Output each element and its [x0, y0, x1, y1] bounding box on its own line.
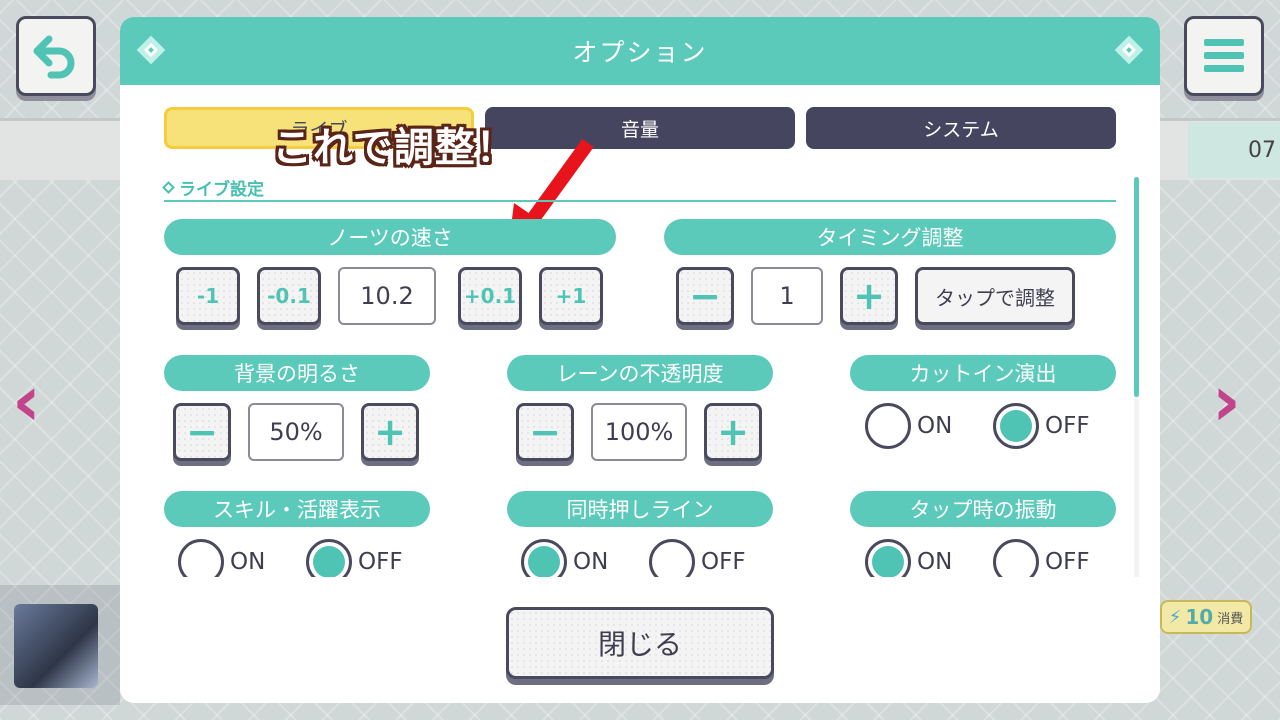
minus-icon: −: [186, 410, 218, 454]
bg-brightness-label: 背景の明るさ: [164, 355, 430, 391]
lane-opacity-label: レーンの不透明度: [507, 355, 773, 391]
radio-circle: [993, 403, 1039, 449]
cost-value: 10: [1185, 605, 1214, 629]
note-speed-value: 10.2: [338, 267, 436, 325]
options-dialog: オプション ライブ 音量 システム これで調整！ ライブ設定 ノーツの速さ -1…: [120, 17, 1160, 703]
cost-badge: ⚡ 10 消費: [1160, 600, 1252, 634]
next-arrow-icon[interactable]: ›: [1212, 360, 1241, 442]
back-button[interactable]: [16, 16, 96, 96]
bg-brightness-minus-button[interactable]: −: [173, 403, 231, 461]
dialog-header: オプション: [120, 17, 1160, 85]
background-counter: 07: [1188, 122, 1280, 178]
annotation-text: これで調整！: [272, 125, 517, 171]
note-speed-minus1-button[interactable]: -1: [176, 267, 240, 325]
lane-opacity-plus-button[interactable]: +: [704, 403, 762, 461]
simul-line-on-label: ON: [573, 549, 609, 575]
tab-system[interactable]: システム: [806, 107, 1116, 149]
cutin-on-radio[interactable]: ON: [865, 403, 952, 449]
background-counter-value: 07: [1248, 137, 1276, 163]
skill-display-off-label: OFF: [358, 549, 403, 575]
diamond-ornament-icon: [1114, 35, 1144, 65]
bg-brightness-value: 50%: [248, 403, 344, 461]
minus-icon: −: [529, 410, 561, 454]
timing-value: 1: [751, 267, 823, 325]
radio-selected-dot: [872, 546, 904, 578]
timing-plus-button[interactable]: +: [840, 267, 898, 325]
cutin-label: カットイン演出: [850, 355, 1116, 391]
skill-display-label: スキル・活躍表示: [164, 491, 430, 527]
plus-icon: +: [717, 410, 749, 454]
timing-label: タイミング調整: [664, 219, 1116, 255]
cost-unit: 消費: [1217, 611, 1244, 627]
tab-volume-label: 音量: [620, 118, 659, 141]
cutin-on-label: ON: [917, 413, 953, 439]
lane-opacity-value: 100%: [591, 403, 687, 461]
tap-adjust-button[interactable]: タップで調整: [915, 267, 1075, 325]
section-divider: [164, 200, 1116, 202]
dialog-title: オプション: [572, 38, 708, 67]
hamburger-menu-icon: [1204, 39, 1244, 72]
minus-icon: −: [689, 274, 721, 318]
cutin-off-radio[interactable]: OFF: [993, 403, 1090, 449]
skill-display-on-label: ON: [230, 549, 266, 575]
prev-arrow-icon[interactable]: ‹: [12, 360, 41, 442]
simul-line-off-label: OFF: [701, 549, 746, 575]
song-jacket-image: [14, 604, 98, 688]
close-button[interactable]: 閉じる: [506, 607, 774, 679]
diamond-ornament-icon: [136, 35, 166, 65]
plus-icon: +: [374, 410, 406, 454]
radio-selected-dot: [528, 546, 560, 578]
note-speed-label: ノーツの速さ: [164, 219, 616, 255]
tap-vibration-label: タップ時の振動: [850, 491, 1116, 527]
bg-brightness-plus-button[interactable]: +: [361, 403, 419, 461]
note-speed-plus1-button[interactable]: +1: [539, 267, 603, 325]
radio-selected-dot: [313, 546, 345, 578]
note-speed-minus01-button[interactable]: -0.1: [257, 267, 321, 325]
lane-opacity-minus-button[interactable]: −: [516, 403, 574, 461]
section-title: ライブ設定: [162, 175, 264, 200]
menu-button[interactable]: [1184, 16, 1264, 96]
scroll-clip: [160, 577, 1120, 593]
lightning-icon: ⚡: [1168, 606, 1182, 628]
note-speed-plus01-button[interactable]: +0.1: [458, 267, 522, 325]
diamond-bullet-icon: [162, 181, 175, 194]
radio-selected-dot: [1000, 410, 1032, 442]
timing-minus-button[interactable]: −: [676, 267, 734, 325]
plus-icon: +: [853, 274, 885, 318]
back-arrow-icon: [33, 35, 75, 79]
scrollbar-thumb[interactable]: [1134, 177, 1139, 397]
radio-circle: [865, 403, 911, 449]
cutin-off-label: OFF: [1045, 413, 1090, 439]
simul-line-label: 同時押しライン: [507, 491, 773, 527]
section-title-text: ライブ設定: [179, 180, 264, 200]
tab-system-label: システム: [923, 118, 999, 141]
tap-vibration-off-label: OFF: [1045, 549, 1090, 575]
tap-vibration-on-label: ON: [917, 549, 953, 575]
